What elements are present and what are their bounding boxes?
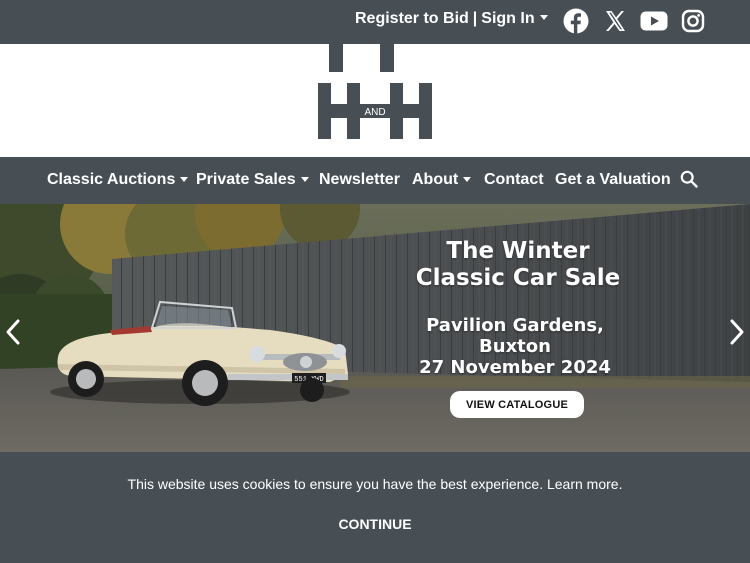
auth-separator: | (472, 10, 478, 27)
main-nav: Classic Auctions Private Sales Newslette… (0, 157, 750, 204)
nav-label: Newsletter (319, 171, 400, 188)
nav-label: Classic Auctions (47, 171, 176, 188)
hero-title-line2: Classic Car Sale (415, 265, 621, 291)
top-bar: Register to Bid | Sign In (0, 0, 750, 44)
register-link[interactable]: Register to Bid (355, 10, 469, 28)
hero-slider: 551 XWD The Winter Classic Car Sale Pavi… (0, 204, 750, 452)
auth-links: Register to Bid | Sign In (355, 10, 548, 28)
nav-label: Contact (484, 171, 544, 188)
x-icon[interactable] (602, 8, 628, 34)
logo-area: AND (0, 44, 750, 157)
view-catalogue-button[interactable]: VIEW CATALOGUE (450, 391, 584, 418)
chevron-down-icon (180, 176, 189, 182)
chevron-left-icon[interactable] (4, 318, 22, 346)
nav-contact[interactable]: Contact (484, 171, 544, 189)
instagram-icon[interactable] (680, 8, 706, 34)
youtube-icon[interactable] (640, 8, 668, 34)
facebook-icon[interactable] (563, 8, 589, 34)
hero-details: Pavilion Gardens, Buxton 27 November 202… (390, 315, 640, 378)
chevron-down-icon (539, 15, 548, 21)
signin-label: Sign In (481, 10, 535, 27)
search-icon[interactable] (680, 170, 698, 188)
hero-title: The Winter Classic Car Sale (400, 238, 636, 292)
nav-classic-auctions[interactable]: Classic Auctions (47, 171, 189, 189)
nav-label: About (412, 171, 459, 188)
nav-about[interactable]: About (412, 171, 472, 189)
continue-button[interactable]: CONTINUE (330, 516, 420, 536)
nav-get-a-valuation[interactable]: Get a Valuation (555, 171, 671, 189)
hero-title-line1: The Winter (446, 238, 590, 264)
chevron-down-icon (463, 176, 472, 182)
nav-private-sales[interactable]: Private Sales (196, 171, 309, 189)
cookie-banner: This website uses cookies to ensure you … (0, 452, 750, 563)
hero-venue: Pavilion Gardens, Buxton (426, 315, 604, 357)
chevron-right-icon[interactable] (728, 318, 746, 346)
signin-link[interactable]: Sign In (481, 10, 548, 28)
chevron-down-icon (300, 176, 309, 182)
hero-date: 27 November 2024 (419, 357, 611, 378)
cookie-message: This website uses cookies to ensure you … (127, 476, 623, 492)
logo-text: AND (364, 107, 385, 118)
nav-newsletter[interactable]: Newsletter (319, 171, 400, 189)
nav-label: Private Sales (196, 171, 296, 188)
logo[interactable]: AND (318, 44, 432, 140)
nav-label: Get a Valuation (555, 171, 671, 188)
